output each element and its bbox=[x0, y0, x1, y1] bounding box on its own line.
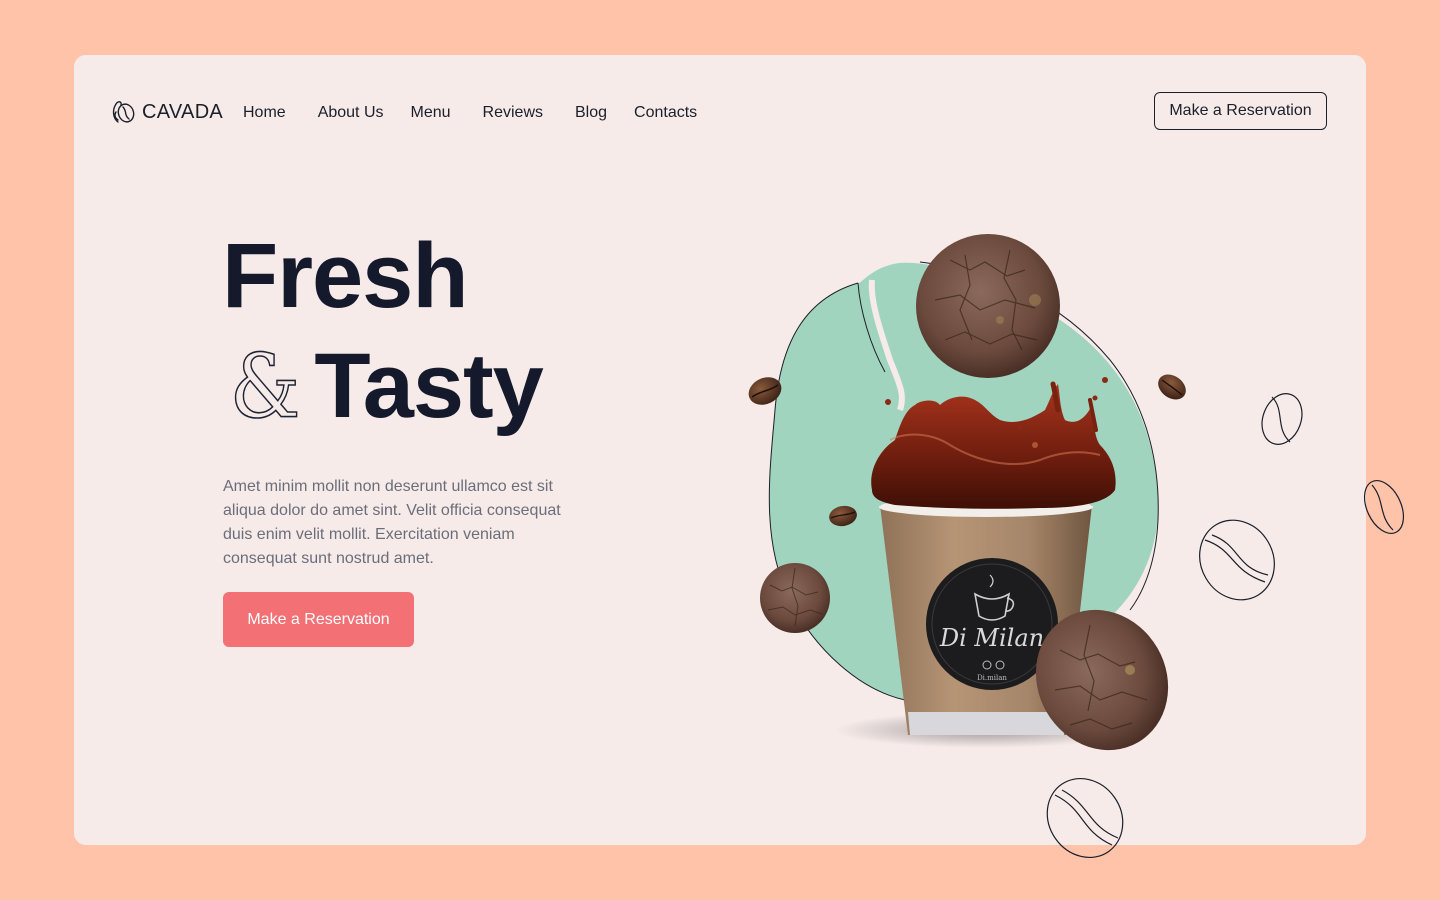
nav-reviews[interactable]: Reviews bbox=[483, 104, 543, 122]
coffee-bean-logo-icon bbox=[112, 101, 135, 123]
hero-description: Amet minim mollit non deserunt ullamco e… bbox=[223, 478, 561, 567]
hero-title-line2-wrap: & Tasty bbox=[226, 335, 544, 438]
header-reservation-button[interactable]: Make a Reservation bbox=[1154, 92, 1327, 130]
nav-blog[interactable]: Blog bbox=[575, 104, 607, 122]
hero-title-line1: Fresh bbox=[222, 225, 469, 327]
hero-reservation-button[interactable]: Make a Reservation bbox=[223, 592, 414, 647]
main-nav: Home About Us Menu Reviews Blog Contacts bbox=[243, 101, 729, 125]
hero-title-ampersand: & bbox=[229, 335, 301, 438]
hero-card bbox=[74, 55, 1366, 845]
nav-contacts[interactable]: Contacts bbox=[634, 104, 697, 122]
page: CAVADA Home About Us Menu Reviews Blog C… bbox=[0, 0, 1440, 900]
brand-name: CAVADA bbox=[142, 100, 224, 123]
nav-home[interactable]: Home bbox=[243, 104, 286, 122]
hero-title-line2: Tasty bbox=[314, 335, 544, 437]
nav-about-us[interactable]: About Us bbox=[318, 104, 384, 122]
nav-menu[interactable]: Menu bbox=[411, 104, 451, 122]
brand-logo[interactable]: CAVADA bbox=[110, 97, 223, 127]
